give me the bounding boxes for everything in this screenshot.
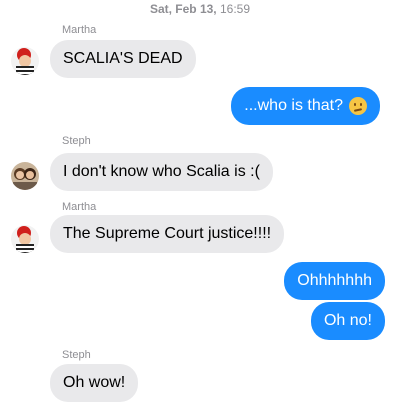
timestamp-day: Sat, Feb 13, (149, 2, 217, 16)
message-text: The Supreme Court justice!!!! (63, 225, 272, 242)
sender-name: Steph (62, 135, 91, 147)
message-bubble[interactable]: Ohhhhhhh (284, 262, 385, 300)
avatar-martha[interactable] (11, 225, 39, 253)
steph-avatar-image (11, 162, 39, 190)
message-text: ...who is that? (244, 97, 343, 114)
martha-avatar-image (11, 47, 39, 75)
message-bubble[interactable]: Oh wow! (50, 364, 139, 402)
message-text: SCALIA'S DEAD (63, 50, 183, 67)
avatar-steph[interactable] (11, 162, 39, 190)
message-bubble[interactable]: The Supreme Court justice!!!! (50, 215, 285, 253)
message-bubble[interactable]: ...who is that? (231, 87, 380, 125)
sender-name: Steph (62, 349, 91, 361)
message-bubble[interactable]: I don't know who Scalia is :( (50, 153, 273, 191)
message-bubble[interactable]: Oh no! (310, 302, 385, 340)
message-text: Oh no! (323, 312, 372, 329)
sender-name: Martha (62, 201, 97, 213)
message-text: Ohhhhhhh (297, 272, 372, 289)
message-text: Oh wow! (63, 374, 126, 391)
confused-face-icon (349, 97, 367, 115)
avatar-martha[interactable] (11, 47, 39, 75)
sender-name: Martha (62, 24, 97, 36)
martha-avatar-image (11, 225, 39, 253)
message-text: I don't know who Scalia is :( (63, 163, 260, 180)
conversation-timestamp: Sat, Feb 13, 16:59 (0, 2, 400, 16)
timestamp-time: 16:59 (220, 2, 251, 16)
message-bubble[interactable]: SCALIA'S DEAD (50, 40, 196, 78)
